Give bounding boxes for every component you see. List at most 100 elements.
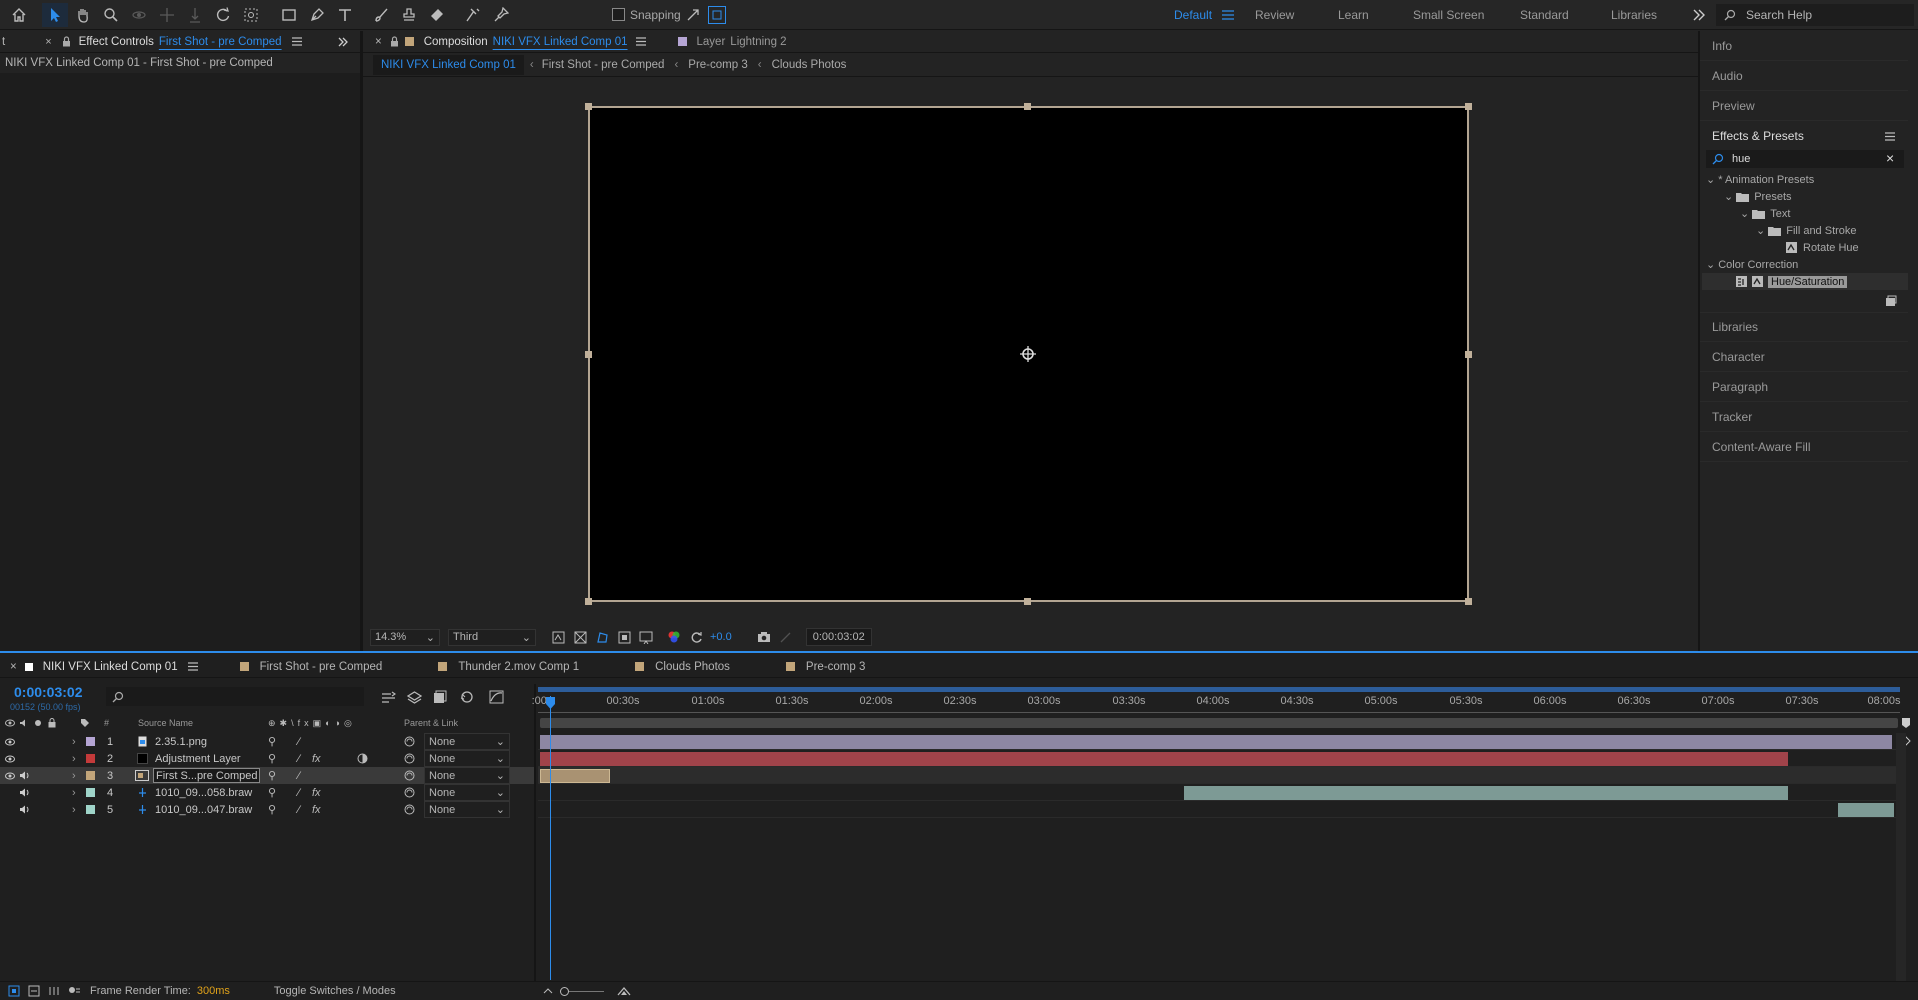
workspace-learn[interactable]: Learn: [1338, 0, 1369, 30]
layer-name[interactable]: 2.35.1.png: [155, 733, 207, 750]
quality-switch-icon[interactable]: ∕: [298, 767, 300, 784]
timeline-tab-clouds-photos[interactable]: Clouds Photos: [655, 656, 730, 678]
panel-menu-icon[interactable]: [1884, 131, 1896, 141]
region-of-interest-icon[interactable]: [616, 631, 632, 644]
composition-timecode[interactable]: 0:00:03:02: [805, 628, 872, 646]
transform-handle[interactable]: [1465, 103, 1472, 110]
graph-editor-icon[interactable]: [488, 688, 504, 706]
comp-flowchart-icon[interactable]: [380, 688, 396, 706]
workspace-standard[interactable]: Standard: [1520, 0, 1569, 30]
workspace-default[interactable]: Default: [1174, 0, 1212, 30]
home-icon[interactable]: [6, 3, 32, 27]
parent-pickwhip-icon[interactable]: [404, 733, 415, 750]
content-aware-fill-panel-header[interactable]: Content-Aware Fill: [1700, 432, 1908, 462]
shy-switch-icon[interactable]: ⚲: [268, 784, 276, 801]
workspace-menu-icon[interactable]: [1222, 9, 1234, 21]
zoom-tool-icon[interactable]: [98, 3, 124, 27]
timeline-tab-pre-comp-3[interactable]: Pre-comp 3: [806, 656, 865, 678]
fx-switch-icon[interactable]: fx: [312, 801, 321, 818]
shy-switch-icon[interactable]: ⚲: [268, 750, 276, 767]
tree-item-presets[interactable]: ⌄ Presets: [1702, 188, 1908, 205]
libraries-panel-header[interactable]: Libraries: [1700, 312, 1908, 342]
close-tab-icon[interactable]: ×: [10, 656, 17, 678]
anchor-point-icon[interactable]: [1019, 345, 1037, 363]
snap-features-icon[interactable]: [708, 6, 726, 24]
expand-chevron-icon[interactable]: ›: [72, 801, 76, 818]
layer-label-color[interactable]: [86, 754, 95, 763]
fx-switch-icon[interactable]: fx: [312, 750, 321, 767]
channels-icon[interactable]: [666, 630, 682, 644]
hand-tool-icon[interactable]: [70, 3, 96, 27]
in-out-panes-icon[interactable]: [46, 985, 62, 997]
parent-dropdown[interactable]: None ⌄: [424, 784, 510, 801]
clone-stamp-tool-icon[interactable]: [396, 3, 422, 27]
layer-row[interactable]: › 3 First S...pre Comped ⚲ ∕ None ⌄: [0, 767, 534, 784]
expand-chevron-icon[interactable]: ›: [72, 784, 76, 801]
shy-layers-icon[interactable]: [432, 688, 448, 706]
layer-row[interactable]: › 1 2.35.1.png ⚲ ∕ None ⌄: [0, 733, 534, 750]
shy-switch-icon[interactable]: ⚲: [268, 767, 276, 784]
timeline-search-field[interactable]: [106, 687, 364, 706]
workspace-libraries[interactable]: Libraries: [1611, 0, 1657, 30]
layer-switches-toggle-icon[interactable]: [6, 985, 22, 997]
tree-item-color-correction[interactable]: ⌄ Color Correction: [1702, 256, 1908, 273]
fast-previews-icon[interactable]: [550, 631, 566, 644]
eye-icon[interactable]: [5, 750, 15, 767]
layer-label-color[interactable]: [86, 788, 95, 797]
breadcrumb-item-niki-vfx-linked-comp-01[interactable]: NIKI VFX Linked Comp 01: [373, 54, 524, 75]
draft-3d-icon[interactable]: [406, 688, 422, 706]
parent-pickwhip-icon[interactable]: [404, 767, 415, 784]
tree-item-rotate-hue[interactable]: Rotate Hue: [1702, 239, 1908, 256]
transform-handle[interactable]: [1465, 351, 1472, 358]
pen-tool-icon[interactable]: [304, 3, 330, 27]
layer-name[interactable]: Adjustment Layer: [155, 750, 241, 767]
timeline-tab-first-shot[interactable]: First Shot - pre Comped: [260, 656, 383, 678]
layer-name[interactable]: 1010_09...058.braw: [155, 784, 252, 801]
clear-search-icon[interactable]: ×: [1886, 150, 1894, 166]
paragraph-panel-header[interactable]: Paragraph: [1700, 372, 1908, 402]
puppet-pin-tool-icon[interactable]: [488, 3, 514, 27]
snap-edges-icon[interactable]: [684, 6, 702, 24]
panel-menu-icon[interactable]: [187, 662, 198, 671]
workspace-review[interactable]: Review: [1255, 0, 1294, 30]
lock-icon[interactable]: [62, 36, 71, 47]
layer-name[interactable]: 1010_09...047.braw: [155, 801, 252, 818]
expand-chevron-icon[interactable]: ›: [72, 767, 76, 784]
layer-label-color[interactable]: [86, 805, 95, 814]
parent-pickwhip-icon[interactable]: [404, 801, 415, 818]
transparency-grid-icon[interactable]: [572, 631, 588, 644]
eye-icon[interactable]: [5, 767, 15, 784]
shy-switch-icon[interactable]: ⚲: [268, 801, 276, 818]
timeline-tab-niki-vfx-linked-comp-01[interactable]: NIKI VFX Linked Comp 01: [43, 656, 178, 678]
eraser-tool-icon[interactable]: [424, 3, 450, 27]
work-area-bar[interactable]: [538, 687, 1900, 692]
parent-dropdown[interactable]: None ⌄: [424, 801, 510, 818]
layer-bar-4[interactable]: [1184, 786, 1788, 800]
composition-tab[interactable]: Composition NIKI VFX Linked Comp 01: [424, 31, 628, 53]
playhead[interactable]: [550, 696, 551, 980]
character-panel-header[interactable]: Character: [1700, 342, 1908, 372]
preview-panel-header[interactable]: Preview: [1700, 91, 1908, 121]
breadcrumb-item-clouds-photos[interactable]: Clouds Photos: [772, 59, 847, 71]
new-bin-icon[interactable]: [1884, 294, 1898, 308]
grid-guides-icon[interactable]: [638, 631, 654, 644]
layer-label-color[interactable]: [86, 737, 95, 746]
fx-switch-icon[interactable]: fx: [312, 784, 321, 801]
brush-tool-icon[interactable]: [368, 3, 394, 27]
transform-handle[interactable]: [585, 598, 592, 605]
text-tool-icon[interactable]: [332, 3, 358, 27]
transform-handle[interactable]: [1024, 598, 1031, 605]
navigator-end-icon[interactable]: [1900, 716, 1912, 730]
quality-switch-icon[interactable]: ∕: [298, 784, 300, 801]
layer-tab[interactable]: Layer Lightning 2: [697, 31, 787, 53]
parent-pickwhip-icon[interactable]: [404, 750, 415, 767]
audio-icon[interactable]: [19, 784, 30, 801]
breadcrumb-item-first-shot[interactable]: First Shot - pre Comped: [542, 59, 665, 71]
double-chevron-right-icon[interactable]: [338, 37, 348, 47]
mask-visibility-icon[interactable]: [594, 631, 610, 644]
reset-exposure-icon[interactable]: [688, 631, 704, 644]
layer-bar-5[interactable]: [1838, 803, 1894, 817]
transfer-controls-icon[interactable]: [26, 985, 42, 997]
quality-switch-icon[interactable]: ∕: [298, 801, 300, 818]
quality-switch-icon[interactable]: ∕: [298, 733, 300, 750]
